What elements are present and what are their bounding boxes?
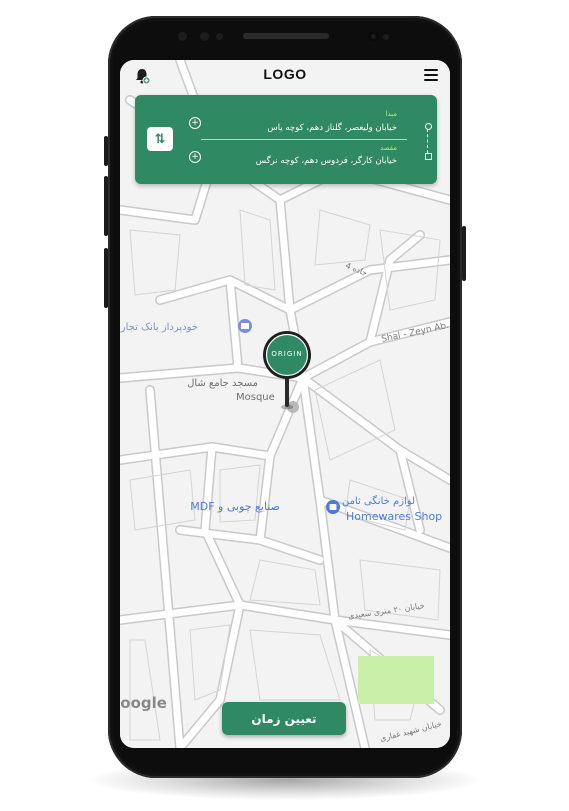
label-google: Google — [120, 694, 167, 712]
label-mosque-fa: مسجد جامع شال — [187, 378, 258, 389]
menu-bar — [424, 79, 438, 81]
map-poi-shop — [326, 500, 340, 514]
add-origin-stop-icon[interactable]: + — [189, 117, 201, 129]
phone-sensor — [178, 32, 187, 41]
hamburger-menu-icon[interactable] — [424, 69, 438, 81]
phone-sensor — [383, 34, 389, 40]
map-poi-atm — [238, 319, 252, 333]
label-shop-en: Homewares Shop — [346, 510, 442, 523]
route-divider — [201, 139, 407, 140]
destination-square — [425, 153, 432, 160]
shop-marker-glyph — [329, 504, 337, 510]
origin-pin[interactable]: ORIGIN — [260, 331, 314, 411]
destination-label: مقصد — [379, 144, 397, 152]
phone-power-button — [462, 226, 466, 281]
phone-volume-up — [104, 136, 108, 166]
phone-sensor — [216, 33, 223, 40]
phone-volume-down — [104, 176, 108, 236]
route-line-icon — [423, 123, 433, 160]
menu-bar — [424, 69, 438, 71]
swap-route-button[interactable]: ⇅ — [147, 127, 173, 151]
atm-marker-glyph — [241, 323, 249, 329]
pin-stem — [285, 377, 289, 407]
app-screen: خودپرداز بانک تجارت مسجد جامع شال Mosque… — [120, 60, 450, 748]
route-card: ⇅ + + مبدا خیابان ولیعصر، گلناز دهم، کوچ… — [135, 95, 437, 184]
add-destination-stop-icon[interactable]: + — [189, 151, 201, 163]
origin-label: مبدا — [385, 110, 397, 118]
phone-sensor — [200, 32, 209, 41]
pin-label: ORIGIN — [271, 350, 303, 358]
destination-field[interactable]: خیابان کارگر، فردوس دهم، کوچه نرگس — [256, 156, 397, 166]
set-time-button[interactable]: تعیین زمان — [222, 702, 346, 735]
label-shop-fa: لوازم خانگی ثامن — [342, 495, 415, 507]
label-wood: صنایع چوبی و MDF — [190, 500, 280, 513]
swap-vertical-icon: ⇅ — [154, 131, 166, 147]
phone-bixby-button — [104, 248, 108, 308]
label-bank: خودپرداز بانک تجارت — [120, 322, 198, 333]
origin-pin-icon — [263, 331, 311, 410]
top-bar: LOGO — [120, 60, 450, 90]
phone-frame: خودپرداز بانک تجارت مسجد جامع شال Mosque… — [104, 16, 466, 778]
app-logo: LOGO — [263, 66, 307, 82]
origin-field[interactable]: خیابان ولیعصر، گلناز دهم، کوچه یاس — [267, 123, 397, 133]
front-camera — [368, 31, 379, 42]
phone-speaker — [243, 33, 329, 39]
map-park — [358, 656, 434, 704]
route-stem — [427, 129, 428, 153]
menu-bar — [424, 74, 438, 76]
